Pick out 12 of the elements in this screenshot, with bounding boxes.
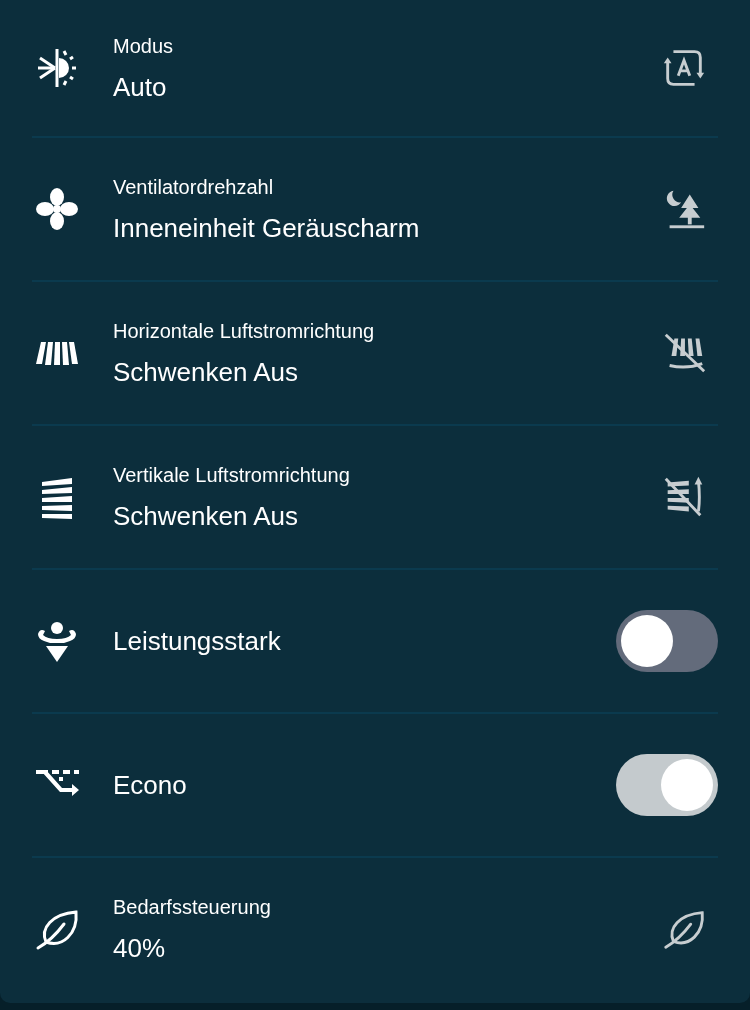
setting-label: Ventilatordrehzahl: [113, 175, 275, 199]
setting-value: 40%: [113, 933, 167, 963]
setting-label: Modus: [113, 34, 175, 58]
setting-value: Auto: [113, 72, 168, 102]
setting-label: Horizontale Luftstromrichtung: [113, 319, 376, 343]
setting-value: Inneneinheit Geräuscharm: [113, 213, 421, 243]
setting-label: Econo: [113, 769, 187, 800]
setting-label: Leistungsstark: [113, 625, 281, 656]
setting-value: Schwenken Aus: [113, 501, 299, 531]
setting-label: Bedarfssteuerung: [113, 895, 272, 919]
setting-value: Schwenken Aus: [113, 357, 299, 387]
setting-label: Vertikale Luftstromrichtung: [113, 463, 351, 487]
